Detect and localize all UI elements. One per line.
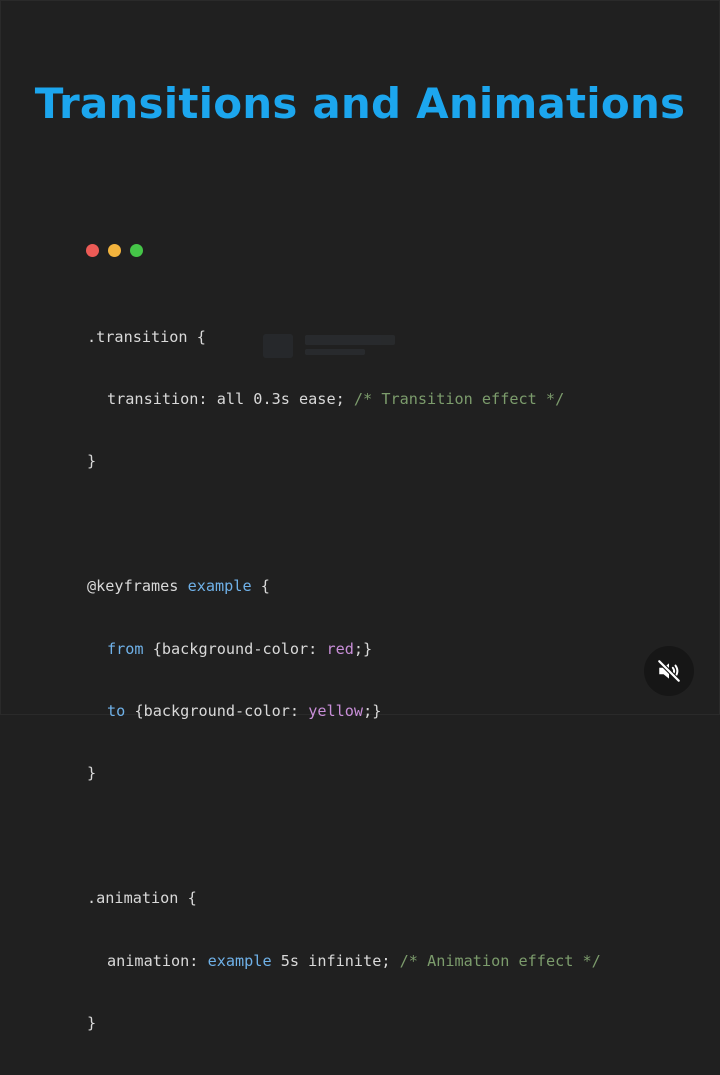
code-value: yellow — [308, 701, 364, 720]
maximize-dot-icon — [130, 244, 143, 257]
code-token: ;} — [363, 701, 382, 720]
code-token: animation: — [107, 951, 208, 970]
speaker-muted-icon — [657, 659, 681, 683]
page-title: Transitions and Animations — [34, 79, 686, 128]
code-token: { — [260, 577, 270, 596]
window-controls — [86, 244, 143, 257]
code-token: .animation { — [87, 889, 197, 908]
code-line: @keyframes example { — [87, 576, 601, 597]
code-token: .transition { — [87, 327, 206, 346]
post-frame: Transitions and Animations .transition {… — [0, 0, 720, 1032]
code-token: } — [87, 452, 97, 471]
code-token: } — [87, 1013, 97, 1032]
code-line: } — [87, 451, 601, 472]
code-line: transition: all 0.3s ease; /* Transition… — [87, 389, 601, 410]
code-keyword: from — [107, 639, 144, 658]
code-token: } — [87, 764, 97, 783]
code-keyword: to — [107, 701, 126, 720]
code-line: to {background-color: yellow;} — [87, 701, 601, 722]
code-line: from {background-color: red;} — [87, 639, 601, 660]
code-line: animation: example 5s infinite; /* Anima… — [87, 951, 601, 972]
code-keyword: example — [207, 951, 272, 970]
code-token: transition: all 0.3s ease; — [107, 389, 345, 408]
close-dot-icon — [86, 244, 99, 257]
code-token: @keyframes — [87, 577, 179, 596]
code-line: .animation { — [87, 888, 601, 909]
code-token: {background-color: — [152, 639, 327, 658]
code-line: } — [87, 1013, 601, 1034]
code-block: .transition { transition: all 0.3s ease;… — [87, 285, 601, 1075]
code-comment: /* Transition effect */ — [353, 389, 565, 408]
mute-button[interactable] — [644, 646, 694, 696]
code-value: red — [326, 639, 354, 658]
code-token: {background-color: — [134, 701, 309, 720]
code-keyword: example — [187, 577, 252, 596]
code-token: ;} — [353, 639, 373, 658]
minimize-dot-icon — [108, 244, 121, 257]
code-line: } — [87, 763, 601, 784]
code-line: .transition { — [87, 327, 601, 348]
code-comment: /* Animation effect */ — [399, 951, 601, 970]
code-token: 5s infinite; — [271, 951, 391, 970]
